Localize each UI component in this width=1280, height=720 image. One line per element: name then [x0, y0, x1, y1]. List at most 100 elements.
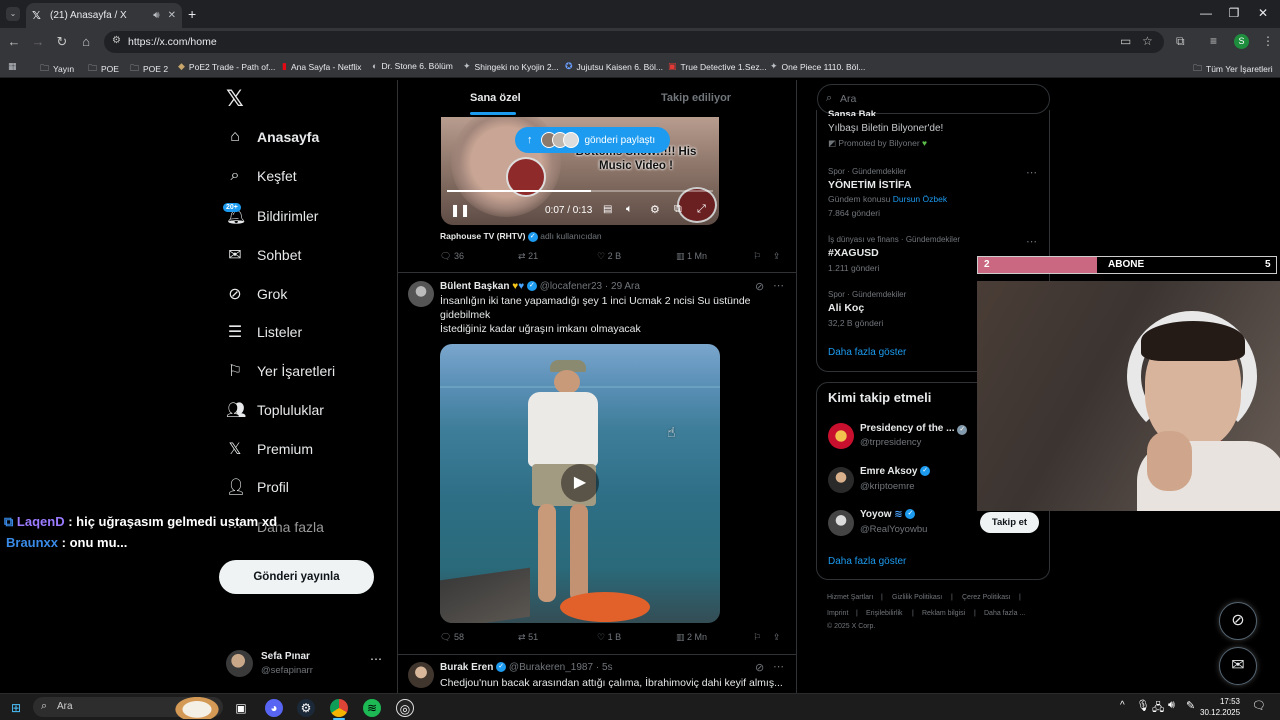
- share-button[interactable]: ⇪: [773, 632, 781, 643]
- trend-name[interactable]: #XAGUSD: [828, 247, 879, 259]
- microphone-icon[interactable]: 🎙︎: [1136, 699, 1150, 712]
- bookmark-item[interactable]: ✦ Shingeki no Kyojin 2...: [463, 61, 559, 72]
- post-more-icon[interactable]: ⋯: [773, 279, 784, 292]
- back-icon[interactable]: ←: [6, 34, 22, 49]
- forward-icon[interactable]: →: [30, 34, 46, 49]
- start-icon[interactable]: ⊞: [7, 699, 25, 717]
- trend-context-link[interactable]: Dursun Özbek: [893, 194, 947, 204]
- network-icon[interactable]: 🖧︎: [1152, 699, 1164, 718]
- repost-button[interactable]: ⇄ 21: [518, 251, 538, 262]
- account-more-icon[interactable]: ⋯: [370, 652, 382, 666]
- bookmark-button[interactable]: ⚐: [753, 632, 761, 643]
- post-video[interactable]: ▶: [440, 344, 720, 623]
- trend-name[interactable]: Ali Koç: [828, 302, 864, 314]
- task-view-icon[interactable]: ▣: [232, 699, 250, 717]
- reply-button[interactable]: 🗨︎ 36: [440, 251, 464, 262]
- address-bar[interactable]: ⚙ https://x.com/home: [104, 31, 1164, 53]
- messages-fab[interactable]: ✉: [1219, 647, 1257, 685]
- pen-icon[interactable]: ✎: [1186, 699, 1195, 712]
- post-handle[interactable]: @Burakeren_1987: [509, 662, 593, 673]
- media-icon[interactable]: ≡: [1210, 34, 1217, 48]
- post-more-icon[interactable]: ⋯: [773, 660, 784, 673]
- avatar[interactable]: [828, 510, 854, 536]
- footer-link[interactable]: Daha fazla ...: [984, 610, 1025, 617]
- post-author[interactable]: Burak Eren: [440, 662, 493, 673]
- nav-bookmarks[interactable]: ⚐ Yer İşaretleri: [226, 361, 335, 381]
- account-switcher[interactable]: Sefa Pınar @sefapinarr ⋯: [226, 648, 386, 680]
- like-button[interactable]: ♡ 2 B: [597, 251, 621, 262]
- views-button[interactable]: ▥ 1 Mn: [676, 251, 707, 262]
- nav-messages[interactable]: ✉ Sohbet: [226, 245, 301, 265]
- tab-close-icon[interactable]: ✕: [168, 10, 176, 21]
- tab-for-you[interactable]: Sana özel: [470, 92, 521, 104]
- bookmark-button[interactable]: ⚐: [753, 251, 761, 262]
- suggest-name[interactable]: Yoyow ≋ ✓: [860, 509, 916, 520]
- new-posts-pill[interactable]: ↑ gönderi paylaştı: [515, 127, 670, 153]
- apps-icon[interactable]: ▦: [8, 61, 21, 72]
- bookmark-item[interactable]: ▣ True Detective 1.Sez...: [668, 61, 767, 72]
- footer-link[interactable]: Hizmet Şartları: [827, 594, 873, 601]
- star-icon[interactable]: ☆: [1142, 34, 1153, 48]
- chrome-icon[interactable]: [330, 699, 348, 717]
- footer-link[interactable]: Çerez Politikası: [962, 594, 1011, 601]
- trend-more-icon[interactable]: ⋯: [1026, 235, 1037, 248]
- footer-link[interactable]: Gizlilik Politikası: [892, 594, 942, 601]
- spotify-icon[interactable]: ≋: [363, 699, 381, 717]
- footer-link[interactable]: Reklam bilgisi: [922, 610, 965, 617]
- promo-text[interactable]: Yılbaşı Biletin Bilyoner'de!: [828, 123, 943, 134]
- new-tab-button[interactable]: +: [188, 6, 196, 22]
- x-logo-icon[interactable]: 𝕏: [226, 86, 244, 112]
- bookmark-item[interactable]: ✦ One Piece 1110. Böl...: [770, 61, 865, 72]
- volume-icon[interactable]: 🔈︎: [626, 203, 633, 216]
- avatar[interactable]: [408, 281, 434, 307]
- nav-grok[interactable]: ⊘ Grok: [226, 284, 287, 304]
- avatar[interactable]: [408, 662, 434, 688]
- post-date[interactable]: 5s: [602, 662, 613, 673]
- extensions-icon[interactable]: ⧉: [1176, 34, 1185, 49]
- post-handle[interactable]: @locafener23: [540, 281, 602, 292]
- nav-explore[interactable]: ⌕ Keşfet: [226, 167, 297, 185]
- notifications-icon[interactable]: 🗨︎: [1252, 699, 1266, 712]
- nav-communities[interactable]: 👥︎ Topluluklar: [226, 400, 324, 420]
- suggest-name[interactable]: Presidency of the ... ✓: [860, 423, 968, 435]
- audio-icon[interactable]: 🔊︎: [153, 10, 159, 21]
- bookmark-item[interactable]: ◐ Dr. Stone 6. Bölüm: [372, 61, 453, 71]
- restore-button[interactable]: ❐: [1224, 6, 1244, 20]
- video-attribution[interactable]: Raphouse TV (RHTV) ✓ adlı kullanıcıdan: [440, 231, 602, 242]
- promo-title[interactable]: Şansa Bak: [828, 109, 876, 116]
- clock[interactable]: 17:53 30.12.2025: [1200, 696, 1240, 718]
- obs-icon[interactable]: ◎: [396, 699, 414, 717]
- grok-icon[interactable]: ⊘: [755, 280, 764, 293]
- nav-premium[interactable]: 𝕏 Premium: [226, 439, 313, 459]
- cast-icon[interactable]: ▭: [1120, 34, 1131, 48]
- minimize-button[interactable]: —: [1196, 6, 1216, 20]
- avatar[interactable]: [828, 467, 854, 493]
- volume-icon[interactable]: 🔊︎: [1168, 699, 1175, 712]
- profile-avatar[interactable]: S: [1234, 34, 1249, 49]
- pause-icon[interactable]: ❚❚: [450, 203, 470, 217]
- post-author[interactable]: Bülent Başkan: [440, 281, 509, 292]
- share-button[interactable]: ⇪: [773, 251, 781, 262]
- trend-name[interactable]: YÖNETİM İSTİFA: [828, 179, 911, 191]
- captions-icon[interactable]: ▤: [603, 204, 612, 215]
- home-button-icon[interactable]: ⌂: [78, 34, 94, 49]
- repost-button[interactable]: ⇄ 51: [518, 632, 538, 643]
- fullscreen-icon[interactable]: ⤢: [697, 203, 706, 216]
- reload-icon[interactable]: ↻: [54, 34, 70, 50]
- who-show-more-link[interactable]: Daha fazla göster: [828, 556, 906, 567]
- play-icon[interactable]: ▶: [561, 464, 599, 502]
- show-more-link[interactable]: Daha fazla göster: [828, 347, 906, 358]
- bookmark-item[interactable]: 🗀︎ Yayın: [40, 61, 74, 77]
- avatar[interactable]: [828, 423, 854, 449]
- window-close-button[interactable]: ✕: [1253, 6, 1273, 20]
- bookmark-item[interactable]: 🗀︎ POE 2: [130, 61, 168, 77]
- like-button[interactable]: ♡ 1 B: [597, 632, 621, 643]
- grok-icon[interactable]: ⊘: [755, 661, 764, 674]
- bookmark-item[interactable]: ✪ Jujutsu Kaisen 6. Böl...: [565, 61, 663, 72]
- reply-button[interactable]: 🗨︎ 58: [440, 632, 464, 643]
- settings-icon[interactable]: ⚙: [650, 203, 660, 216]
- nav-home[interactable]: ⌂ Anasayfa: [226, 128, 319, 146]
- footer-link[interactable]: Imprint: [827, 610, 848, 617]
- bookmark-item[interactable]: ▮ Ana Sayfa - Netflix: [282, 61, 361, 72]
- post-date[interactable]: 29 Ara: [611, 281, 640, 292]
